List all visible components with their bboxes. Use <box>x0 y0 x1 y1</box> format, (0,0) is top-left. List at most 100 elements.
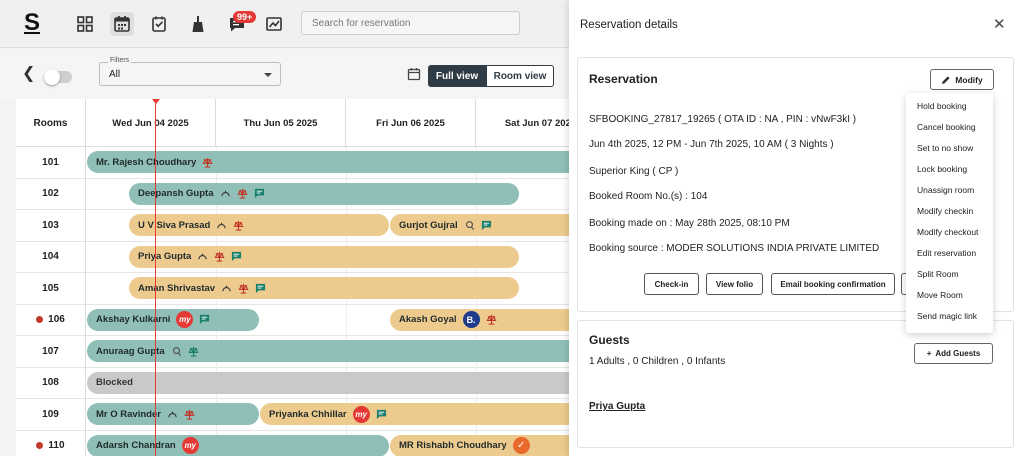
dirty-room-indicator <box>36 442 44 450</box>
room-number-label: 105 <box>42 282 59 294</box>
booking-bar[interactable]: Anuraag Gupta <box>87 340 572 362</box>
date-header: Sat Jun 07 2025 <box>476 99 572 147</box>
guest-name: MR Rishabh Choudhary <box>399 440 507 451</box>
checked-in-icon <box>216 220 227 231</box>
guest-name: Priyanka Chhillar <box>269 408 347 420</box>
blocked-bar[interactable]: Blocked <box>87 371 572 394</box>
checked-in-icon <box>167 409 178 420</box>
filters-select[interactable]: Filters All <box>99 57 281 86</box>
gst-icon <box>202 157 213 168</box>
add-guests-button[interactable]: + Add Guests <box>914 343 993 364</box>
modify-button[interactable]: Modify <box>930 69 994 90</box>
gst-icon <box>188 346 199 357</box>
date-picker-icon[interactable] <box>407 67 421 81</box>
add-guests-label: Add Guests <box>935 349 981 358</box>
menu-item-unassign-room[interactable]: Unassign room <box>917 185 974 195</box>
booking-bar[interactable]: Mr O Ravinder <box>87 403 259 425</box>
chevron-left-icon[interactable]: ❮ <box>22 66 35 82</box>
menu-item-modify-checkout[interactable]: Modify checkout <box>917 227 978 237</box>
note-icon <box>481 220 492 231</box>
app-logo[interactable]: S <box>24 10 40 36</box>
room-number-label: 109 <box>42 408 59 420</box>
guest-name: Deepansh Gupta <box>138 188 214 199</box>
room-view-button[interactable]: Room view <box>486 65 554 87</box>
booking-bar[interactable]: Aman Shrivastav <box>129 277 519 299</box>
reservation-heading: Reservation <box>589 72 658 86</box>
stay-dates-text: Jun 4th 2025, 12 PM - Jun 7th 2025, 10 A… <box>589 139 834 150</box>
booking-bar[interactable]: Mr. Rajesh Choudhary <box>87 151 572 173</box>
gst-icon <box>233 220 244 231</box>
channel-icon <box>171 346 182 357</box>
menu-item-modify-checkin[interactable]: Modify checkin <box>917 206 973 216</box>
booking-bar[interactable]: Adarsh Chandran my <box>87 434 389 456</box>
menu-item-cancel-booking[interactable]: Cancel booking <box>917 122 976 132</box>
menu-item-lock-booking[interactable]: Lock booking <box>917 164 967 174</box>
menu-item-send-magic-link[interactable]: Send magic link <box>917 311 977 321</box>
reports-icon[interactable] <box>262 12 286 36</box>
room-number-label: 106 <box>48 314 65 326</box>
guest-name: Akshay Kulkarni <box>96 314 171 325</box>
room-number-label: 107 <box>42 345 59 357</box>
booking-bar[interactable]: Priya Gupta <box>129 245 519 268</box>
guest-name: Priya Gupta <box>138 251 192 262</box>
makemytrip-icon: my <box>176 311 194 328</box>
plus-icon: + <box>926 349 932 358</box>
gst-icon <box>184 409 195 420</box>
drawer-title: Reservation details <box>580 19 678 31</box>
room-number: 109 <box>16 399 86 430</box>
room-number: 108 <box>16 367 86 398</box>
guest-name-link[interactable]: Priya Gupta <box>589 401 645 412</box>
guests-card: Guests 1 Adults , 0 Children , 0 Infants… <box>577 320 1014 448</box>
room-number-label: 104 <box>42 251 59 263</box>
reservation-search-input[interactable]: Search for reservation <box>301 11 520 35</box>
room-number: 106 <box>16 304 86 335</box>
room-number: 107 <box>16 336 86 367</box>
booking-bar[interactable]: MR Rishabh Choudhary ✓ <box>390 434 572 456</box>
room-number-label: 108 <box>42 377 59 389</box>
verified-check-icon: ✓ <box>512 437 530 454</box>
channel-icon <box>464 220 475 231</box>
email-confirmation-button[interactable]: Email booking confirmation <box>771 273 895 295</box>
checked-in-icon <box>197 251 208 262</box>
rooms-column-header: Rooms <box>16 99 86 147</box>
booking-source-text: Booking source : MODER SOLUTIONS INDIA P… <box>589 243 880 254</box>
close-icon[interactable]: ✕ <box>993 17 1006 32</box>
room-number-label: 101 <box>42 156 59 168</box>
booking-bar[interactable]: Gurjot Gujral <box>390 214 572 236</box>
current-time-marker <box>152 99 160 104</box>
room-number: 110 <box>16 430 86 456</box>
date-header: Fri Jun 06 2025 <box>346 99 476 147</box>
menu-item-edit-reservation[interactable]: Edit reservation <box>917 248 976 258</box>
booking-bar[interactable]: Priyanka Chhillar my <box>260 403 572 425</box>
booking-bar[interactable]: U V Siva Prasad <box>129 214 389 236</box>
housekeeping-icon[interactable] <box>186 12 210 36</box>
menu-item-set-no-show[interactable]: Set to no show <box>917 143 973 153</box>
bookings-icon[interactable] <box>147 12 171 36</box>
booked-rooms-text: Booked Room No.(s) : 104 <box>589 191 708 202</box>
view-folio-button[interactable]: View folio <box>706 273 763 295</box>
filters-label: Filters <box>108 57 132 64</box>
room-calendar-grid: Rooms Wed Jun 04 2025 Thu Jun 05 2025 Fr… <box>16 99 572 456</box>
calendar-icon[interactable] <box>110 12 134 36</box>
gst-icon <box>214 251 225 262</box>
room-number-label: 103 <box>42 219 59 231</box>
menu-item-move-room[interactable]: Move Room <box>917 290 963 300</box>
date-header: Thu Jun 05 2025 <box>216 99 346 147</box>
guest-name: Aman Shrivastav <box>138 282 216 294</box>
booking-bar[interactable]: Akshay Kulkarni my <box>87 308 259 331</box>
room-number: 104 <box>16 241 86 272</box>
check-in-button[interactable]: Check-in <box>644 273 699 295</box>
booking-bar[interactable]: Deepansh Gupta <box>129 182 519 205</box>
guest-name: Mr O Ravinder <box>96 408 161 420</box>
room-number-label: 102 <box>42 188 59 200</box>
calendar-toolbar: ❮ Filters All Full view Room view <box>0 49 570 99</box>
dashboard-icon[interactable] <box>73 12 97 36</box>
full-view-button[interactable]: Full view <box>428 65 486 87</box>
menu-item-split-room[interactable]: Split Room <box>917 269 959 279</box>
view-toggle-switch[interactable] <box>44 69 72 85</box>
note-icon <box>376 409 387 420</box>
menu-item-hold-booking[interactable]: Hold booking <box>917 101 967 111</box>
booking-bar[interactable]: Akash Goyal B. <box>390 308 572 331</box>
note-icon <box>231 251 242 262</box>
note-icon <box>254 188 265 199</box>
